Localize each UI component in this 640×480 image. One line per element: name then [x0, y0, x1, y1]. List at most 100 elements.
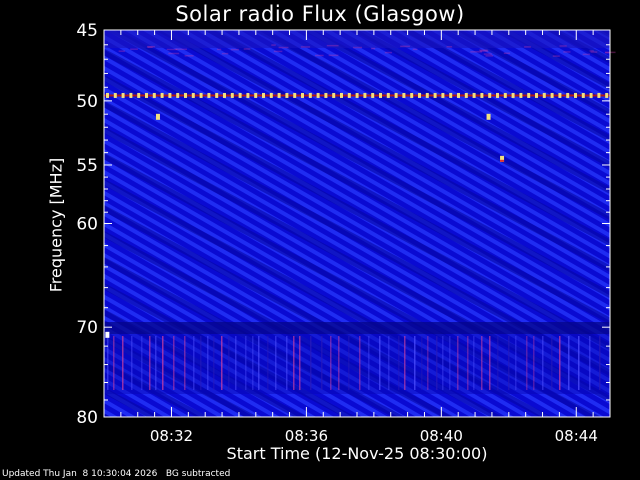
speck	[524, 46, 531, 48]
interference-dot	[449, 92, 453, 98]
interference-dot	[574, 92, 577, 98]
striation	[286, 336, 288, 390]
speck	[563, 51, 571, 53]
interference-dot	[597, 92, 601, 98]
speck	[168, 52, 180, 55]
speck	[400, 45, 410, 48]
speck	[503, 52, 511, 54]
heatmap-area	[104, 30, 616, 417]
striation	[542, 336, 544, 390]
spectrogram-figure: Solar radio Flux (Glasgow) 45 50 55 60 70 80 0…	[0, 0, 640, 480]
interference-dot	[254, 92, 258, 98]
striation	[442, 336, 444, 390]
speck	[230, 48, 239, 51]
striation	[275, 336, 277, 390]
interference-dot	[519, 92, 523, 98]
speck	[300, 46, 311, 48]
interference-dot	[293, 92, 297, 98]
y-tick-label: 60	[76, 215, 98, 235]
striation	[113, 336, 115, 390]
interference-dot	[503, 92, 507, 98]
interference-dot	[589, 92, 593, 98]
striation	[141, 336, 143, 390]
interference-dot	[168, 92, 172, 98]
interference-dot	[129, 92, 133, 98]
striation	[551, 336, 553, 390]
speck	[353, 46, 363, 49]
interference-dot	[269, 92, 273, 98]
speck	[278, 46, 289, 49]
y-axis-label-text: Frequency [MHz]	[46, 157, 66, 293]
x-tick-label: 08:32	[150, 427, 193, 445]
striation	[200, 336, 202, 390]
speck	[315, 54, 324, 57]
speck	[552, 55, 560, 57]
striation	[398, 336, 400, 390]
interference-dot	[355, 92, 359, 98]
striation	[131, 336, 133, 390]
speck	[559, 45, 567, 47]
speck	[326, 44, 339, 47]
interference-dot	[121, 92, 125, 98]
interference-dot	[285, 92, 289, 98]
interference-dot	[394, 92, 398, 98]
interference-dot	[324, 92, 328, 98]
interference-dot	[308, 92, 312, 98]
striation	[467, 336, 469, 390]
striation	[489, 336, 491, 390]
interference-dot	[262, 92, 265, 98]
speck	[483, 53, 492, 55]
interference-dot	[137, 92, 141, 98]
interference-dot	[160, 92, 164, 98]
interference-dot	[277, 92, 281, 98]
speck	[582, 53, 590, 56]
interference-dot	[386, 92, 390, 98]
striation	[508, 336, 510, 390]
interference-dot	[542, 92, 546, 98]
interference-dot	[145, 92, 148, 98]
striation	[184, 336, 186, 390]
striation	[245, 336, 247, 390]
interference-dot	[535, 92, 538, 98]
x-tick-label: 08:44	[555, 427, 598, 445]
interference-dot	[488, 92, 492, 98]
y-tick-label: 80	[76, 408, 98, 428]
striation	[526, 336, 528, 390]
interference-dot	[550, 92, 554, 98]
speck	[118, 50, 125, 52]
bright-spot	[105, 331, 110, 338]
striation	[578, 336, 580, 390]
striation	[414, 336, 416, 390]
interference-dot	[301, 92, 304, 98]
interference-dot	[347, 92, 351, 98]
interference-dot	[316, 92, 320, 98]
interference-dot	[441, 92, 445, 98]
interference-dot	[152, 92, 156, 98]
interference-dot	[558, 92, 562, 98]
interference-dot	[425, 92, 429, 98]
x-tick-label: 08:36	[285, 427, 328, 445]
interference-dot	[340, 92, 343, 98]
striation	[436, 336, 438, 390]
striation	[568, 336, 570, 390]
striation	[235, 336, 237, 390]
interference-dot	[106, 92, 109, 98]
speck	[184, 55, 194, 57]
interference-dot	[215, 92, 219, 98]
x-tick-label: 08:40	[420, 427, 463, 445]
striation	[293, 336, 295, 390]
speck	[130, 48, 138, 50]
striation	[267, 336, 269, 390]
speck	[485, 55, 494, 57]
speck	[147, 46, 153, 49]
striation	[122, 336, 124, 390]
interference-dot	[223, 92, 226, 98]
striation	[299, 336, 301, 390]
striation	[497, 336, 499, 390]
striation	[173, 336, 175, 390]
interference-dot	[379, 92, 382, 98]
interference-dot	[230, 92, 234, 98]
updated-timestamp: Updated Thu Jan 8 10:30:04 2026	[2, 469, 158, 479]
speck	[590, 51, 598, 53]
interference-dot	[433, 92, 437, 98]
